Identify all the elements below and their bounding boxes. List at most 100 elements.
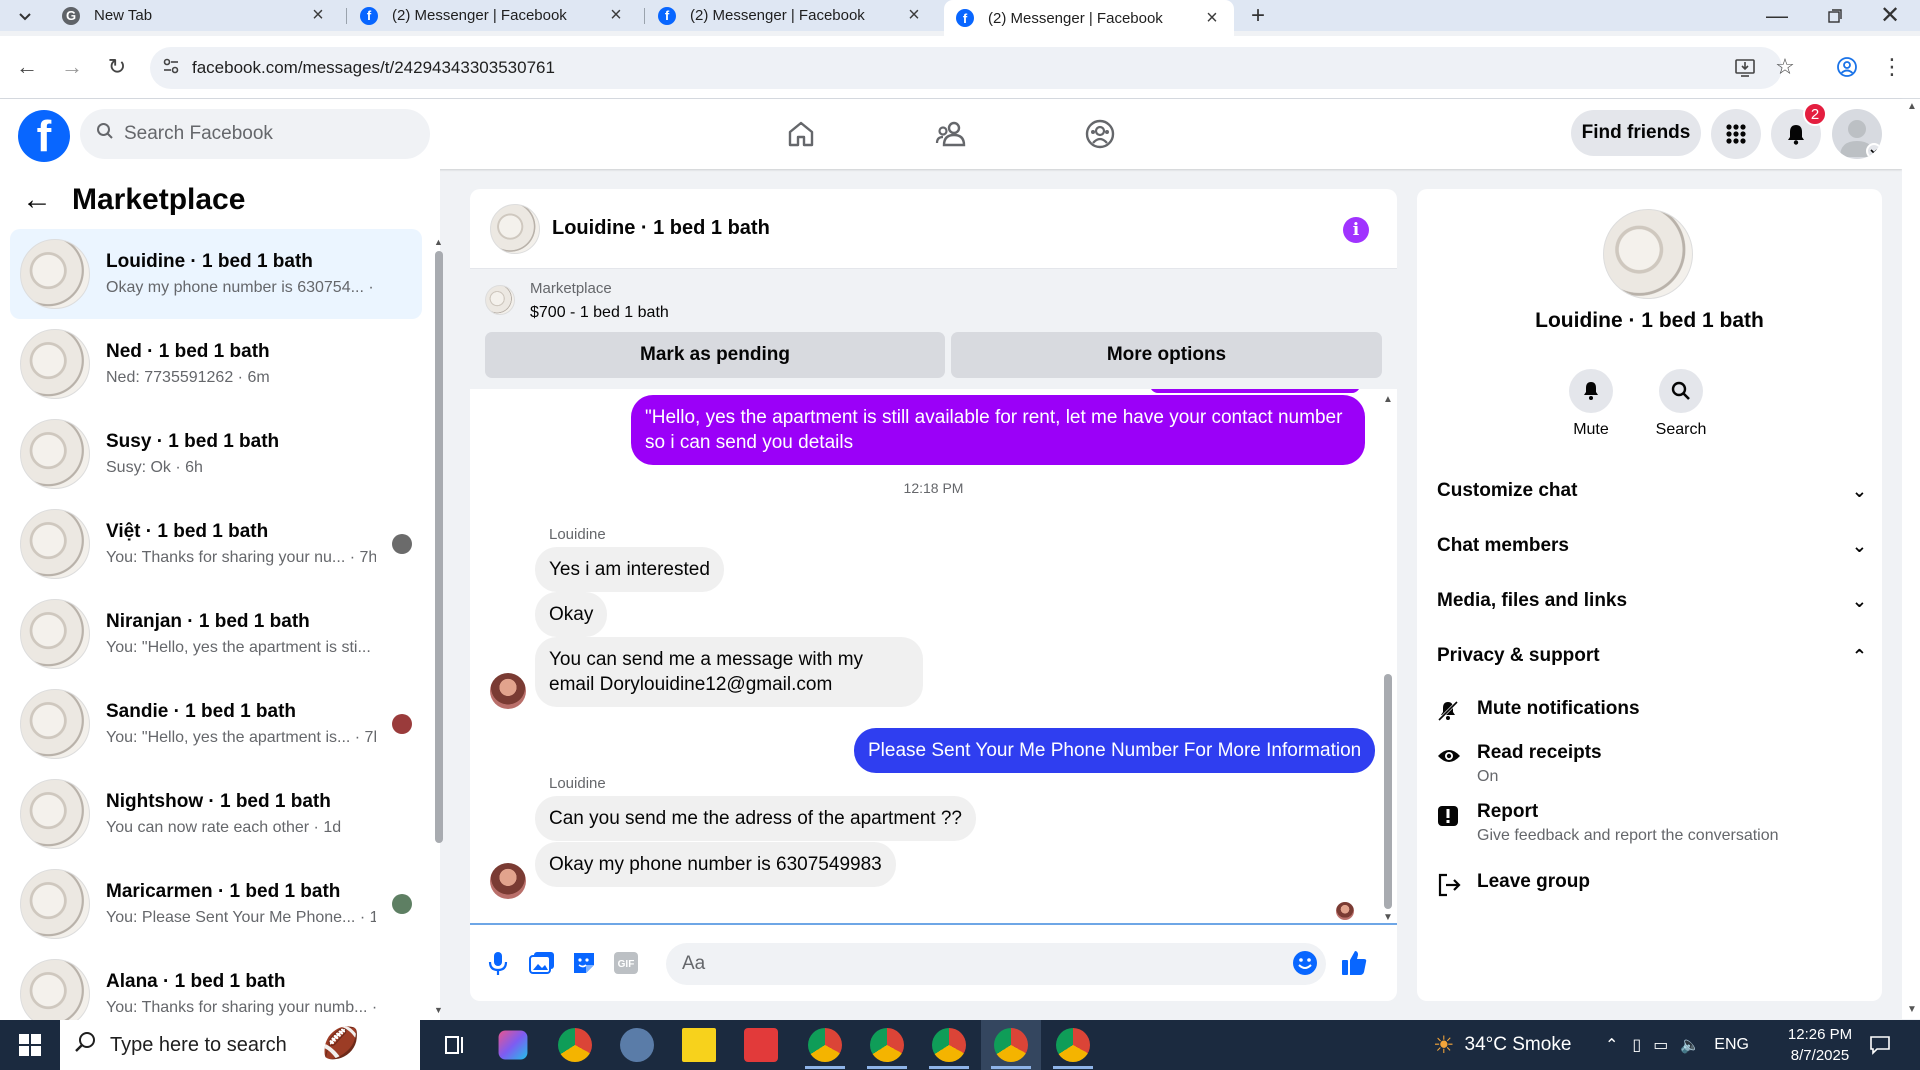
conversation-item-niranjan[interactable]: Niranjan · 1 bed 1 bath You: "Hello, yes… bbox=[10, 589, 422, 679]
sticky-notes-app-icon[interactable] bbox=[682, 1028, 716, 1062]
conversation-item-maricarmen[interactable]: Maricarmen · 1 bed 1 bath You: Please Se… bbox=[10, 859, 422, 949]
paint-app-icon[interactable] bbox=[620, 1028, 654, 1062]
incoming-message[interactable]: Can you send me the adress of the apartm… bbox=[535, 796, 976, 841]
more-options-button[interactable]: More options bbox=[951, 332, 1382, 378]
message-thread-scrollbar[interactable]: ▲ ▼ bbox=[1380, 394, 1394, 923]
close-tab-icon[interactable]: × bbox=[1202, 7, 1222, 30]
chrome-app-icon[interactable] bbox=[1056, 1028, 1090, 1062]
listing-price[interactable]: $700 - 1 bed 1 bath bbox=[530, 304, 669, 322]
chat-members-section[interactable]: Chat members ⌄ bbox=[1437, 526, 1867, 566]
home-icon[interactable] bbox=[778, 111, 824, 157]
anydesk-app-icon[interactable] bbox=[744, 1028, 778, 1062]
bookmark-star-icon[interactable]: ☆ bbox=[1768, 50, 1802, 84]
chat-title[interactable]: Louidine · 1 bed 1 bath bbox=[552, 217, 770, 240]
conversation-item-ned[interactable]: Ned · 1 bed 1 bath Ned: 7735591262 · 6m bbox=[10, 319, 422, 409]
language-indicator[interactable]: ENG bbox=[1714, 1036, 1749, 1054]
tab-search-chevron-icon[interactable] bbox=[10, 0, 40, 31]
outgoing-message[interactable]: "Hello, yes the apartment is still avail… bbox=[631, 395, 1365, 465]
chrome-app-icon[interactable] bbox=[558, 1028, 592, 1062]
conversation-item-susy[interactable]: Susy · 1 bed 1 bath Susy: Ok · 6h bbox=[10, 409, 422, 499]
mark-as-pending-button[interactable]: Mark as pending bbox=[485, 332, 945, 378]
back-arrow-icon[interactable]: ← bbox=[22, 183, 52, 217]
chrome-app-icon[interactable] bbox=[932, 1028, 966, 1062]
scroll-down-arrow-icon[interactable]: ▼ bbox=[434, 1005, 443, 1015]
profile-icon[interactable] bbox=[1830, 50, 1864, 84]
back-arrow-icon[interactable]: ← bbox=[10, 50, 44, 84]
conversation-item-viet[interactable]: Việt · 1 bed 1 bath You: Thanks for shar… bbox=[10, 499, 422, 589]
chrome-app-icon[interactable] bbox=[808, 1028, 842, 1062]
restore-window-icon[interactable] bbox=[1815, 0, 1855, 31]
chrome-app-icon[interactable] bbox=[870, 1028, 904, 1062]
menu-grid-icon[interactable] bbox=[1711, 109, 1761, 159]
conversation-item-louidine[interactable]: Louidine · 1 bed 1 bath Okay my phone nu… bbox=[10, 229, 422, 319]
close-tab-icon[interactable]: × bbox=[606, 4, 626, 27]
read-receipts-item[interactable]: Read receipts On bbox=[1437, 742, 1867, 786]
browser-menu-icon[interactable]: ⋮ bbox=[1875, 50, 1909, 84]
mute-button[interactable]: Mute bbox=[1551, 369, 1631, 439]
taskbar-clock[interactable]: 12:26 PM 8/7/2025 bbox=[1772, 1024, 1868, 1066]
sender-avatar[interactable] bbox=[490, 863, 526, 899]
install-app-icon[interactable] bbox=[1728, 50, 1762, 84]
weather-widget[interactable]: ☀ 34°C Smoke bbox=[1433, 1020, 1571, 1070]
outgoing-message[interactable]: Please Sent Your Me Phone Number For Mor… bbox=[854, 728, 1376, 773]
scroll-up-arrow-icon[interactable]: ▲ bbox=[434, 237, 443, 247]
chevron-up-icon[interactable]: ⌃ bbox=[1605, 1035, 1618, 1055]
close-window-icon[interactable]: ✕ bbox=[1870, 0, 1910, 31]
copilot-app-icon[interactable] bbox=[498, 1030, 528, 1060]
scrollbar-thumb[interactable] bbox=[1384, 674, 1392, 909]
forward-arrow-icon[interactable]: → bbox=[55, 50, 89, 84]
message-input[interactable]: Aa bbox=[666, 943, 1326, 985]
incoming-message[interactable]: You can send me a message with my email … bbox=[535, 637, 923, 707]
scroll-down-arrow-icon[interactable]: ▼ bbox=[1907, 1004, 1917, 1015]
facebook-search-input[interactable]: Search Facebook bbox=[80, 109, 430, 159]
friends-icon[interactable] bbox=[928, 111, 974, 157]
mute-notifications-item[interactable]: Mute notifications bbox=[1437, 698, 1867, 727]
report-item[interactable]: Report Give feedback and report the conv… bbox=[1437, 801, 1867, 845]
incoming-message[interactable]: Okay bbox=[535, 592, 608, 637]
taskbar-search-input[interactable]: Type here to search 🏈 bbox=[60, 1020, 420, 1070]
chrome-app-icon-active[interactable] bbox=[994, 1028, 1028, 1062]
minimize-window-icon[interactable]: — bbox=[1757, 0, 1797, 31]
conversation-info-icon[interactable]: i bbox=[1343, 217, 1369, 243]
network-icon[interactable]: ▭ bbox=[1653, 1035, 1668, 1055]
close-tab-icon[interactable]: × bbox=[308, 4, 328, 27]
chat-avatar[interactable] bbox=[490, 203, 540, 254]
account-avatar[interactable] bbox=[1832, 109, 1882, 159]
find-friends-button[interactable]: Find friends bbox=[1571, 110, 1701, 156]
privacy-support-section[interactable]: Privacy & support ⌃ bbox=[1437, 636, 1867, 676]
photo-attach-icon[interactable] bbox=[526, 947, 558, 979]
scrollbar-thumb[interactable] bbox=[435, 251, 443, 843]
leave-group-item[interactable]: Leave group bbox=[1437, 871, 1867, 902]
new-tab-plus-icon[interactable]: + bbox=[1243, 0, 1273, 31]
browser-tab-messenger-1[interactable]: f (2) Messenger | Facebook × bbox=[348, 0, 638, 31]
incoming-message[interactable]: Okay my phone number is 6307549983 bbox=[535, 842, 896, 887]
sender-avatar[interactable] bbox=[490, 673, 526, 709]
thumbs-up-like-icon[interactable] bbox=[1338, 947, 1370, 979]
scroll-up-arrow-icon[interactable]: ▲ bbox=[1907, 101, 1917, 112]
browser-tab-new-tab[interactable]: G New Tab × bbox=[50, 0, 340, 31]
notification-center-icon[interactable] bbox=[1860, 1030, 1900, 1060]
reload-icon[interactable]: ↻ bbox=[100, 50, 134, 84]
emoji-icon[interactable] bbox=[1289, 947, 1321, 979]
gif-icon[interactable]: GIF bbox=[610, 947, 642, 979]
groups-icon[interactable] bbox=[1077, 111, 1123, 157]
conversation-item-nightshow[interactable]: Nightshow · 1 bed 1 bath You can now rat… bbox=[10, 769, 422, 859]
page-scrollbar[interactable]: ▲ ▼ bbox=[1902, 99, 1920, 1019]
customize-chat-section[interactable]: Customize chat ⌄ bbox=[1437, 471, 1867, 511]
conversation-list-scrollbar[interactable]: ▲ ▼ bbox=[434, 237, 444, 1017]
media-files-links-section[interactable]: Media, files and links ⌄ bbox=[1437, 581, 1867, 621]
facebook-logo-icon[interactable]: f bbox=[18, 110, 70, 162]
scroll-up-arrow-icon[interactable]: ▲ bbox=[1383, 394, 1393, 405]
task-view-icon[interactable] bbox=[437, 1028, 471, 1062]
site-info-icon[interactable] bbox=[150, 57, 192, 80]
search-in-conversation-button[interactable]: Search bbox=[1641, 369, 1721, 439]
conversation-item-sandie[interactable]: Sandie · 1 bed 1 bath You: "Hello, yes t… bbox=[10, 679, 422, 769]
browser-tab-messenger-2[interactable]: f (2) Messenger | Facebook × bbox=[646, 0, 936, 31]
sticker-icon[interactable] bbox=[568, 947, 600, 979]
battery-icon[interactable]: ▯ bbox=[1632, 1035, 1641, 1055]
scroll-down-arrow-icon[interactable]: ▼ bbox=[1383, 912, 1393, 923]
volume-icon[interactable]: 🔈 bbox=[1680, 1035, 1700, 1055]
address-bar[interactable]: facebook.com/messages/t/2429434330353076… bbox=[150, 47, 1782, 89]
microphone-icon[interactable] bbox=[482, 947, 514, 979]
windows-start-icon[interactable] bbox=[0, 1020, 60, 1070]
